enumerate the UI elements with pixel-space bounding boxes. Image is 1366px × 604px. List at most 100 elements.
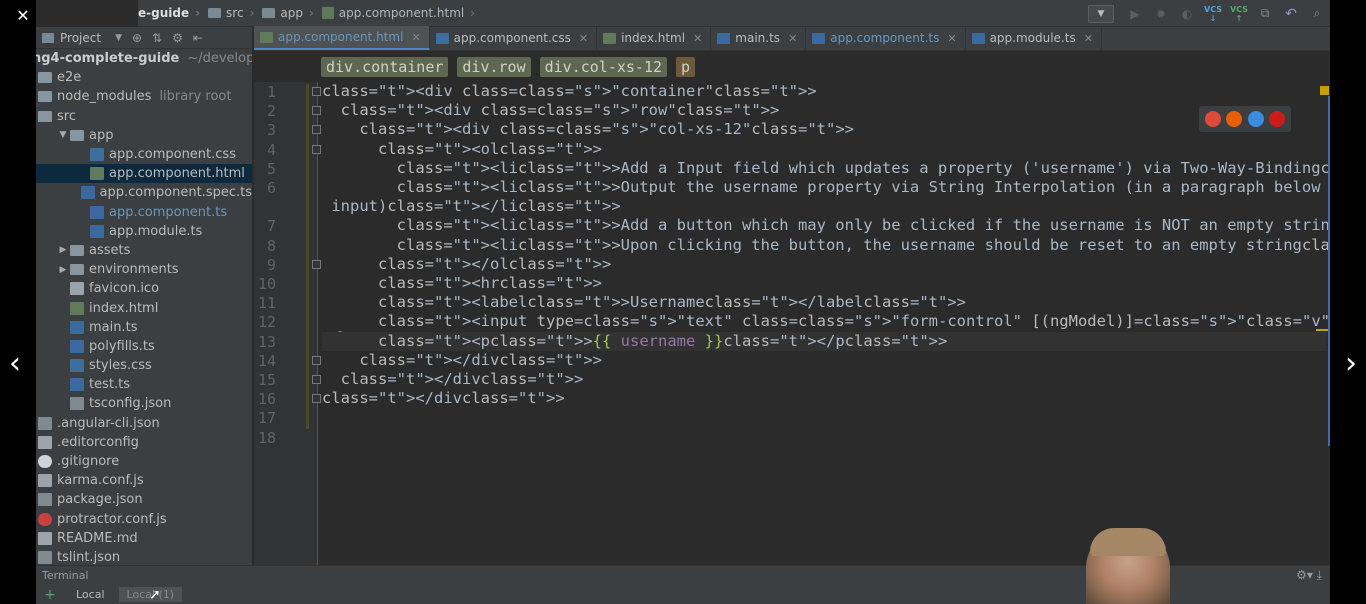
terminal-tab-local[interactable]: Local [68,587,113,602]
tree-item[interactable]: e2e [36,68,252,87]
code-line[interactable]: class="t"><div class=class="s">"col-xs-1… [322,120,854,139]
tree-root[interactable]: ng4-complete-guide ~/developme [36,49,252,68]
tree-item[interactable]: main.ts [36,318,252,337]
error-stripe-marker[interactable] [1316,329,1328,331]
tag-breadcrumb-item[interactable]: div.container [321,57,449,77]
code-line[interactable]: class="t"><input type=class="s">"text" c… [322,312,1330,331]
fold-marker-icon[interactable] [312,106,321,116]
tree-item[interactable]: app.component.ts [36,203,252,222]
hide-panel-icon[interactable]: ⇤ [193,31,203,45]
vcs-commit-icon[interactable]: VCS ↑ [1226,0,1252,27]
fold-marker-icon[interactable] [312,144,321,154]
code-line[interactable]: class="t"></olclass="t">> [322,255,611,274]
crumb-app[interactable]: app › [258,6,314,20]
expand-arrow-icon[interactable]: ▼ [56,130,70,140]
chrome-icon[interactable] [1204,111,1221,127]
tree-item[interactable]: app.component.spec.ts [36,183,252,202]
tree-item[interactable]: ▶ assets [36,241,252,260]
tree-item[interactable]: .editorconfig [36,433,252,452]
crumb-src[interactable]: src › [204,6,254,20]
fold-marker-icon[interactable] [312,375,321,384]
revert-icon[interactable]: ↶ [1278,0,1304,27]
close-icon[interactable]: ✕ [788,32,797,45]
gear-icon[interactable]: ⚙ [172,31,183,45]
editor-tab[interactable]: app.component.html ✕ [254,26,430,50]
code-line[interactable]: class="t"><pclass="t">>{{ username }}cla… [322,331,1326,351]
project-view-selector[interactable]: Project [60,31,101,45]
code-line[interactable]: class="t"><labelclass="t">>Usernameclass… [322,293,966,312]
fold-marker-icon[interactable] [312,125,321,135]
search-icon[interactable]: ⌕ [1304,0,1330,27]
tree-item[interactable]: package.json [36,490,252,509]
run-config-dropdown[interactable]: ▼ [1088,4,1114,23]
code-line[interactable]: class="t"><hrclass="t">> [322,274,602,293]
tree-item[interactable]: .gitignore [36,452,252,471]
fold-marker-icon[interactable] [312,259,321,269]
tree-item[interactable]: app.component.html [36,164,252,184]
tree-item[interactable]: ▼ app [36,126,252,145]
code-line[interactable]: class="t"><div class=class="s">"containe… [322,82,817,101]
tree-item[interactable]: tslint.json [36,548,252,565]
vcs-history-icon[interactable]: ⧉ [1252,0,1278,27]
tree-item[interactable]: ▶ environments [36,260,252,279]
coverage-icon[interactable]: ◐ [1174,0,1200,27]
code-line[interactable]: class="t"><liclass="t">>Add a Input fiel… [322,159,1330,178]
tree-item[interactable]: index.html [36,298,252,317]
collapse-arrow-icon[interactable]: ▶ [56,265,70,275]
chevron-down-icon[interactable]: ▼ [115,33,122,43]
gear-icon[interactable]: ⚙▾ [1296,568,1313,582]
editor-tab[interactable]: index.html ✕ [597,26,712,50]
close-icon[interactable]: ✕ [1084,32,1093,45]
collapse-icon[interactable]: ⇅ [152,31,162,45]
opera-icon[interactable] [1269,111,1286,127]
collapse-arrow-icon[interactable]: ▶ [56,245,70,255]
previous-arrow-icon[interactable]: ‹ [0,340,30,386]
code-line[interactable]: class="t"></divclass="t">> [322,389,565,408]
vcs-update-icon[interactable]: VCS ↓ [1200,0,1226,27]
tree-item[interactable]: node_modules library root [36,87,252,106]
code-line[interactable]: class="t"><olclass="t">> [322,140,602,159]
editor-tab[interactable]: app.module.ts ✕ [966,26,1102,50]
debug-icon[interactable]: ✹ [1148,0,1174,27]
crumb-file[interactable]: app.component.html › [318,6,475,20]
tree-item[interactable]: polyfills.ts [36,337,252,356]
tree-item[interactable]: app.component.css [36,145,252,164]
tree-item[interactable]: src [36,107,252,126]
crumb-project[interactable]: e-guide › [138,6,200,20]
tree-item[interactable]: protractor.conf.js [36,510,252,529]
fold-marker-icon[interactable] [312,87,321,96]
scrollbar-track[interactable] [1328,96,1330,446]
next-arrow-icon[interactable]: › [1336,340,1366,386]
code-editor[interactable]: 123456789101112131415161718 💡 class="t">… [254,82,1330,565]
firefox-icon[interactable] [1226,111,1243,127]
tree-item[interactable]: app.module.ts [36,222,252,241]
code-line[interactable]: class="t"><liclass="t">>Upon clicking th… [322,236,1330,255]
code-line[interactable]: class="t"><liclass="t">>Output the usern… [322,178,1330,197]
code-line[interactable]: class="t"></divclass="t">> [322,351,602,370]
tree-item[interactable]: README.md [36,529,252,548]
close-icon[interactable]: ✕ [947,32,956,45]
add-terminal-icon[interactable]: + [38,587,62,603]
editor-tab[interactable]: app.component.ts ✕ [806,26,966,50]
tree-item[interactable]: .angular-cli.json [36,414,252,433]
code-line[interactable]: class="t"></divclass="t">> [322,370,584,389]
tag-breadcrumb-item[interactable]: p [676,57,696,77]
code-line[interactable]: input)class="t"></liclass="t">> [322,197,620,216]
warning-marker[interactable] [1320,86,1329,95]
code-line[interactable]: class="t"><div class=class="s">"row"clas… [322,101,780,120]
fold-marker-icon[interactable] [312,355,321,365]
close-icon[interactable]: ✕ [693,32,702,45]
close-icon[interactable]: ✕ [579,32,588,45]
tag-breadcrumb-item[interactable]: div.row [457,57,531,77]
run-icon[interactable]: ▶ [1122,0,1148,27]
tree-item[interactable]: tsconfig.json [36,394,252,413]
hide-panel-icon[interactable]: ⤓ [1317,568,1322,582]
tree-item[interactable]: styles.css [36,356,252,375]
code-line[interactable]: class="t"><liclass="t">>Add a button whi… [322,216,1330,235]
tree-item[interactable]: test.ts [36,375,252,394]
editor-tab[interactable]: main.ts ✕ [711,26,807,50]
close-icon[interactable]: ✕ [411,31,420,44]
tree-item[interactable]: favicon.ico [36,279,252,298]
editor-tab[interactable]: app.component.css ✕ [430,26,598,50]
locate-icon[interactable]: ⊕ [132,31,142,45]
